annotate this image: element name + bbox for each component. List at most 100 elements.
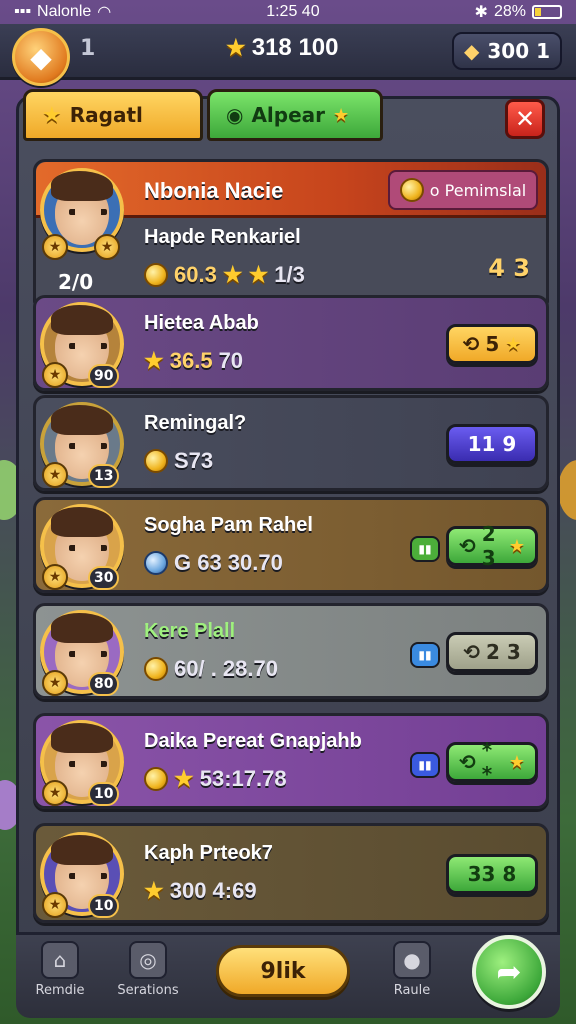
- bluetooth-icon: ✱: [474, 4, 488, 21]
- player-stat: ★ 53:17.78: [144, 766, 287, 792]
- level-badge: 13: [88, 464, 120, 488]
- star-badge-icon: ★: [94, 234, 120, 260]
- nav-item-raule[interactable]: ● Raule: [372, 941, 452, 998]
- nav-label: Remdie: [35, 983, 85, 998]
- coin-icon: [399, 178, 424, 202]
- featured-title: Nbonia Nacie: [144, 178, 284, 203]
- status-bar: ▪▪▪ Nalonle ◠ 1:25 40 ✱ 28%: [0, 0, 576, 24]
- stat-extra: 70: [218, 348, 244, 373]
- star-icon: ★: [144, 878, 164, 903]
- claim-button[interactable]: 33 8: [446, 854, 538, 894]
- leaderboard-row[interactable]: ★ 90 Hietea Abab ★ 36.5 70 ⟲ 5 ★: [33, 295, 549, 391]
- leaderboard-row[interactable]: ★ 10 Daika Pereat Gnapjahb ★ 53:17.78 ▮▮…: [33, 713, 549, 809]
- nav-item-serations[interactable]: ◎ Serations: [108, 941, 188, 998]
- star-icon: ★: [508, 751, 525, 773]
- star-badge-icon: ★: [42, 234, 68, 260]
- clock: 1:25 40: [266, 3, 320, 20]
- swap-icon: ⟲: [459, 750, 476, 774]
- close-button[interactable]: ✕: [505, 99, 545, 139]
- gem-coin-icon: [144, 551, 168, 575]
- swap-icon: ⟲: [462, 332, 480, 356]
- wifi-icon: ◠: [97, 4, 112, 21]
- house-icon: ⌂: [41, 941, 79, 979]
- globe-icon: ◉: [226, 103, 244, 127]
- player-stat: 60.3 ★ ★ 1/3: [144, 262, 305, 288]
- claim-button[interactable]: 11 9: [446, 424, 538, 464]
- button-value: 5: [485, 332, 500, 356]
- star-icon: ★: [144, 348, 164, 373]
- arrow-icon: ➦: [496, 954, 522, 990]
- permission-chip[interactable]: o Pemimslal: [388, 170, 538, 210]
- carrier-label: Nalonle: [37, 3, 92, 20]
- nav-item-remdie[interactable]: ⌂ Remdie: [20, 941, 100, 998]
- player-name: Sogha Pam Rahel: [144, 514, 313, 536]
- nav-label: Serations: [117, 983, 179, 998]
- level-badge: 80: [88, 672, 120, 696]
- leaderboard-row[interactable]: ★ 80 Kere Plall 60/ . 28.70 ▮▮ ⟲ 2 3: [33, 603, 549, 699]
- chat-icon: ●: [393, 941, 431, 979]
- claim-button[interactable]: ⟲ * * ★: [446, 738, 538, 786]
- stat-value: 36.5: [169, 348, 213, 373]
- nav-label: Raule: [393, 983, 431, 998]
- player-counter: 2/0: [58, 270, 94, 294]
- coin-icon: [144, 263, 168, 287]
- ticket-icon: ▮▮: [410, 642, 440, 668]
- level-badge: 10: [88, 894, 120, 918]
- star-icon: ★: [222, 262, 243, 287]
- button-value: * *: [481, 738, 493, 786]
- swap-icon: ⟲: [463, 640, 480, 664]
- tab-label: Alpear: [251, 103, 326, 127]
- ticket-icon: ▮▮: [410, 536, 440, 562]
- share-button[interactable]: ➦: [472, 935, 546, 1009]
- stat-value: G 63 30.70: [174, 550, 283, 575]
- player-stat: 60/ . 28.70: [144, 656, 278, 682]
- star-badge-icon: ★: [42, 670, 68, 696]
- player-name: Hietea Abab: [144, 312, 259, 334]
- star-badge-icon: ★: [42, 564, 68, 590]
- claim-button[interactable]: ⟲ 2 3: [446, 632, 538, 672]
- player-stat: ★ 36.5 70: [144, 348, 243, 374]
- button-value: 33 8: [467, 862, 517, 886]
- level-badge: 10: [88, 782, 120, 806]
- leaderboard-row[interactable]: ★ 10 Kaph Prteok7 ★ 300 4:69 33 8: [33, 823, 549, 923]
- star-icon: ★: [42, 102, 62, 128]
- leaderboard-row[interactable]: ★ 30 Sogha Pam Rahel G 63 30.70 ▮▮ ⟲ 2 3…: [33, 497, 549, 593]
- stat-value: S73: [174, 448, 214, 473]
- stat-extra: 1/3: [274, 262, 305, 287]
- leaderboard-row[interactable]: ★ 13 Remingal? S73 11 9: [33, 395, 549, 491]
- claim-button[interactable]: ⟲ 5 ★: [446, 324, 538, 364]
- claim-button[interactable]: ⟲ 2 3 ★: [446, 522, 538, 570]
- coin-counter: ★ 318 100: [226, 34, 339, 62]
- star-icon: ★: [174, 766, 194, 791]
- star-badge-icon: ★: [42, 362, 68, 388]
- level-badge: 90: [88, 364, 120, 388]
- leaderboard-row-featured[interactable]: Nbonia Nacie o Pemimslal ★ ★ 2/0 Hapde R…: [33, 159, 549, 309]
- button-value: 11 9: [467, 432, 517, 456]
- star-badge-icon: ★: [42, 780, 68, 806]
- player-name: Kaph Prteok7: [144, 842, 273, 864]
- star-badge-icon: ★: [42, 462, 68, 488]
- player-level: 1: [80, 36, 96, 61]
- main-action-button[interactable]: 9lik: [216, 945, 350, 997]
- star-icon: ★: [226, 35, 246, 60]
- top-hud: ◆ 1 ★ 318 100 ◆ 300 1: [0, 24, 576, 86]
- player-name: Kere Plall: [144, 620, 236, 642]
- tab-alpear[interactable]: ◉ Alpear ★: [207, 89, 383, 141]
- coin-icon: [144, 657, 168, 681]
- gem-counter[interactable]: ◆ 300 1: [452, 32, 562, 70]
- player-avatar-icon[interactable]: ◆: [12, 28, 70, 86]
- star-badge-icon: ★: [42, 892, 68, 918]
- star-icon: ★: [248, 262, 269, 287]
- bg-orb-right: [558, 460, 576, 520]
- tab-ragatl[interactable]: ★ Ragatl: [23, 89, 203, 141]
- tab-label: Ragatl: [69, 103, 143, 127]
- signal-icon: ▪▪▪: [14, 3, 32, 20]
- player-name: Daika Pereat Gnapjahb: [144, 730, 362, 752]
- gem-amount: 300 1: [487, 39, 551, 63]
- battery-label: 28%: [493, 3, 526, 20]
- coin-amount: 318 100: [251, 34, 339, 61]
- bottom-navigation: ⌂ Remdie ◎ Serations 9lik ● Raule ➦: [16, 932, 560, 1018]
- button-value: 2 3: [481, 522, 496, 570]
- player-stat: ★ 300 4:69: [144, 878, 257, 904]
- swap-icon: ⟲: [459, 534, 476, 558]
